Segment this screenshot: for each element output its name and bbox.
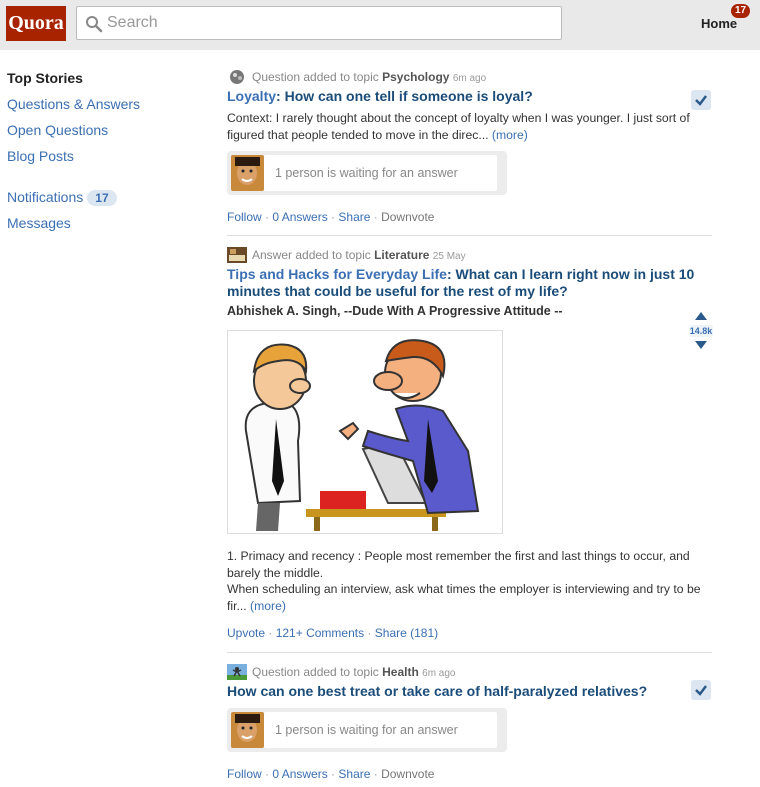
answers-link[interactable]: 0 Answers <box>272 767 327 781</box>
meta-prefix: Question added to topic <box>252 70 379 84</box>
more-link[interactable]: (more) <box>492 128 528 142</box>
story-meta: Question added to topic Health 6m ago <box>227 663 712 681</box>
question-category[interactable]: Tips and Hacks for Everyday Life <box>227 266 447 282</box>
answer-illustration[interactable] <box>227 330 503 534</box>
story-actions: Follow · 0 Answers · Share · Downvote <box>227 210 435 224</box>
search-box[interactable] <box>76 6 562 40</box>
follow-link[interactable]: Follow <box>227 210 262 224</box>
search-icon <box>86 16 103 33</box>
story-actions: Upvote · 121+ Comments · Share (181) <box>227 626 439 640</box>
waiting-box[interactable]: 1 person is waiting for an answer <box>227 151 507 195</box>
feed: Question added to topic Psychology 6m ag… <box>227 68 712 782</box>
topic-link[interactable]: Health <box>382 665 419 679</box>
sidebar-title[interactable]: Top Stories <box>7 68 187 94</box>
story-excerpt: 1. Primacy and recency : People most rem… <box>227 548 712 614</box>
story-meta: Answer added to topic Literature 25 May <box>227 246 712 264</box>
question-title[interactable]: How can one best treat or take care of h… <box>227 683 712 700</box>
topic-literature-thumbnail <box>227 247 247 263</box>
sidebar: Top Stories Questions & Answers Open Que… <box>7 68 187 239</box>
excerpt-text: Context: I rarely thought about the conc… <box>227 111 690 142</box>
follow-link[interactable]: Follow <box>227 767 262 781</box>
quora-logo[interactable]: Quora <box>6 6 66 41</box>
comments-link[interactable]: 121+ Comments <box>276 626 364 640</box>
story-excerpt: Context: I rarely thought about the conc… <box>227 110 712 143</box>
home-notification-badge: 17 <box>731 4 751 18</box>
sidebar-item-open-questions[interactable]: Open Questions <box>7 120 187 146</box>
story-divider <box>227 652 712 653</box>
waiting-box[interactable]: 1 person is waiting for an answer <box>227 708 507 752</box>
waiting-text: 1 person is waiting for an answer <box>264 712 497 748</box>
avatar <box>231 712 264 748</box>
question-text[interactable]: How can one best treat or take care of h… <box>227 683 647 699</box>
feed-story: Question added to topic Health 6m ago Ho… <box>227 663 712 782</box>
timestamp: 6m ago <box>452 73 487 84</box>
notifications-count-badge: 17 <box>87 190 117 206</box>
share-link[interactable]: Share <box>338 767 370 781</box>
sidebar-item-messages[interactable]: Messages <box>7 213 187 239</box>
answers-link[interactable]: 0 Answers <box>272 210 327 224</box>
answer-author[interactable]: Abhishek A. Singh, --Dude With A Progres… <box>227 304 712 318</box>
meta-prefix: Answer added to topic <box>252 248 371 262</box>
search-input[interactable] <box>107 7 557 39</box>
question-title[interactable]: Tips and Hacks for Everyday Life: What c… <box>227 266 712 300</box>
story-meta: Question added to topic Psychology 6m ag… <box>227 68 712 86</box>
timestamp: 6m ago <box>422 668 456 679</box>
more-link[interactable]: (more) <box>250 599 286 613</box>
home-link[interactable]: Home <box>701 16 737 31</box>
excerpt-line: When scheduling an interview, ask what t… <box>227 582 701 613</box>
story-divider <box>227 235 712 236</box>
downvote-link[interactable]: Downvote <box>381 767 434 781</box>
question-category[interactable]: Loyalty <box>227 88 276 104</box>
waiting-text: 1 person is waiting for an answer <box>264 155 497 191</box>
feed-story: Question added to topic Psychology 6m ag… <box>227 68 712 225</box>
meta-prefix: Question added to topic <box>252 665 379 679</box>
excerpt-line: 1. Primacy and recency : People most rem… <box>227 549 690 580</box>
downvote-link[interactable]: Downvote <box>381 210 434 224</box>
topic-psychology-thumbnail <box>230 70 244 84</box>
timestamp: 25 May <box>432 251 466 262</box>
feed-story: Answer added to topic Literature 25 May … <box>227 246 712 641</box>
story-actions: Follow · 0 Answers · Share · Downvote <box>227 767 435 781</box>
avatar <box>231 155 264 191</box>
topic-link[interactable]: Literature <box>374 248 429 262</box>
top-bar: Quora Home 17 <box>0 0 760 50</box>
question-text[interactable]: How can one tell if someone is loyal? <box>285 88 533 104</box>
share-link[interactable]: Share <box>338 210 370 224</box>
sidebar-item-blog-posts[interactable]: Blog Posts <box>7 146 187 172</box>
cartoon-two-men-image <box>244 339 480 531</box>
topic-health-thumbnail <box>227 664 247 680</box>
topic-link[interactable]: Psychology <box>382 70 449 84</box>
upvote-link[interactable]: Upvote <box>227 626 265 640</box>
sidebar-item-notifications[interactable]: Notifications 17 <box>7 187 187 213</box>
question-title[interactable]: Loyalty: How can one tell if someone is … <box>227 88 712 105</box>
notifications-label: Notifications <box>7 189 84 205</box>
share-link[interactable]: Share (181) <box>375 626 438 640</box>
sidebar-item-questions-answers[interactable]: Questions & Answers <box>7 94 187 120</box>
